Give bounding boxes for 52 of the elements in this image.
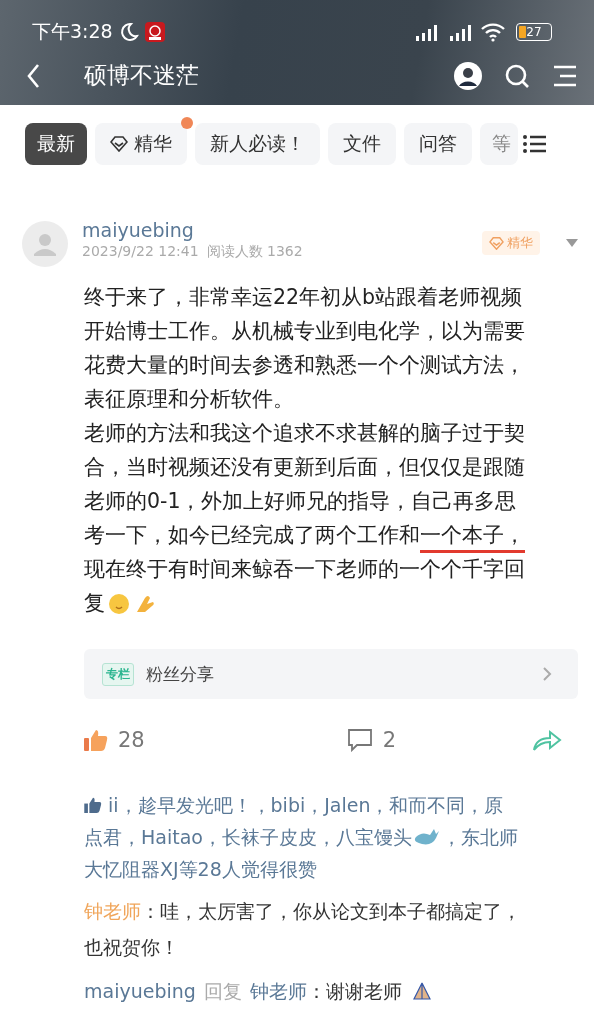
post-text: 老师的0-1，外加上好师兄的指导，自己再多思 <box>84 488 517 515</box>
app-icon <box>144 22 165 42</box>
comment-text: 也祝贺你！ <box>84 935 179 960</box>
thumbs-up-icon[interactable] <box>84 729 108 751</box>
filter-tab[interactable]: 最新 <box>25 123 87 165</box>
wifi-icon <box>480 22 506 42</box>
liked-by-text: 大忆阻器XJ等28人觉得很赞 <box>84 857 317 882</box>
post-text: 老师的方法和我这个追求不求甚解的脑子过于契 <box>84 420 525 447</box>
search-icon[interactable] <box>504 62 530 89</box>
post-text: 开始博士工作。从机械专业到电化学，以为需要 <box>84 318 525 345</box>
comment-text: ：谢谢老师 <box>306 979 402 1004</box>
caret-icon[interactable] <box>566 239 578 247</box>
post-text: 表征原理和分析软件。 <box>84 386 294 413</box>
menu-icon[interactable] <box>552 63 578 88</box>
comment-text: ：哇，太厉害了，你从论文到本子都搞定了， <box>141 899 521 924</box>
whale-icon <box>413 827 440 847</box>
status-time: 下午3:28 <box>32 19 113 44</box>
column-title: 粉丝分享 <box>146 662 214 686</box>
battery-icon: 27 <box>516 23 552 41</box>
column-card[interactable]: 专栏 粉丝分享 <box>84 649 578 699</box>
featured-badge: 精华 <box>482 231 540 255</box>
thumbs-up-icon <box>84 797 102 813</box>
comment-count: 2 <box>382 728 397 752</box>
commenter-name[interactable]: maiyuebing <box>84 973 196 1009</box>
filter-tab[interactable]: 新人必读！ <box>195 123 320 165</box>
liked-by-text: 点君，Haitao，长袜子皮皮，八宝馒头 <box>84 825 412 850</box>
filter-tab[interactable]: 问答 <box>404 123 472 165</box>
post-text: 终于来了，非常幸运22年初从b站跟着老师视频 <box>84 284 523 311</box>
like-count: 28 <box>118 728 145 752</box>
chevron-right-icon <box>542 666 552 682</box>
avatar-icon[interactable] <box>454 61 482 90</box>
filter-tab[interactable]: 文件 <box>328 123 396 165</box>
comment-icon[interactable] <box>346 728 373 752</box>
reply-label: 回复 <box>203 979 242 1004</box>
back-icon[interactable] <box>26 62 42 89</box>
reply-target-name[interactable]: 钟老师 <box>249 973 307 1009</box>
post-text: 复 <box>84 590 105 617</box>
post-text: 现在终于有时间来鲸吞一下老师的一个个千字回 <box>84 556 525 583</box>
list-icon[interactable] <box>522 134 546 154</box>
column-tag: 专栏 <box>102 662 134 686</box>
author-name[interactable]: maiyuebing <box>82 219 303 241</box>
filter-tab[interactable]: 精华 <box>95 123 187 165</box>
post-text: 花费大量的时间去参透和熟悉一个个测试方法， <box>84 352 525 379</box>
moon-icon <box>118 22 139 42</box>
post-text: 合，当时视频还没有更新到后面，但仅仅是跟随 <box>84 454 525 481</box>
post-date: 2023/9/22 12:41 <box>82 243 199 261</box>
liked-by-text: ，东北师 <box>441 825 518 850</box>
post-text: 考一下，如今已经完成了两个工作和一个本子， <box>84 519 525 553</box>
diamond-icon <box>110 136 128 152</box>
liked-by-text: ii，趁早发光吧！，bibi，Jalen，和而不同，原 <box>108 793 504 818</box>
read-count: 阅读人数 1362 <box>206 243 303 261</box>
page-title: 硕博不迷茫 <box>84 61 199 90</box>
